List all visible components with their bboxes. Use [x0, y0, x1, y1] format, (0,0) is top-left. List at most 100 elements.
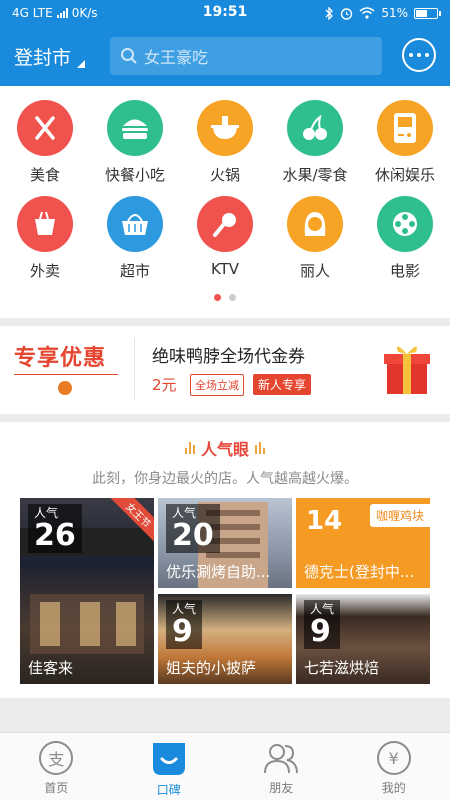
popular-subtitle: 此刻，你身边最火的店。人气越高越火爆。: [92, 471, 358, 487]
alipay-icon: 支: [39, 741, 74, 775]
category-label: 超市: [119, 262, 150, 280]
bars-icon: [184, 442, 195, 454]
search-icon: [121, 48, 137, 64]
shop-tile[interactable]: 人气 9 姐夫的小披萨: [158, 594, 292, 684]
category-label: KTV: [210, 260, 240, 278]
category-food[interactable]: 美食: [0, 100, 90, 185]
page-dot: [229, 294, 236, 301]
takeout-box-icon: [17, 196, 73, 252]
popular-title: 人气眼: [200, 440, 249, 459]
popular-section: 人气眼 此刻，你身边最火的店。人气越高越火爆。 人气 26 女王节 佳客来 人气…: [0, 422, 450, 698]
search-input[interactable]: 女王豪吃: [110, 37, 382, 75]
burger-icon: [107, 100, 163, 156]
tab-koubei[interactable]: 口碑: [113, 733, 226, 800]
category-hotpot[interactable]: 火锅: [180, 100, 270, 185]
category-movie[interactable]: 电影: [360, 196, 450, 281]
shop-name: 七若滋烘焙: [304, 659, 380, 677]
shop-tile[interactable]: 人气 9 七若滋烘焙: [296, 594, 430, 684]
network-label: 4G LTE: [12, 6, 53, 20]
popularity-badge: 人气 20: [166, 504, 220, 553]
promo-brand: 专享优惠: [14, 340, 120, 398]
status-bar: 4G LTE 0K/s 19:51 51%: [0, 0, 450, 26]
category-grid: 美食 快餐小吃 火锅 水果/零食 休闲娱乐 外卖 超市 KTV 丽人 电影: [0, 86, 450, 318]
promo-brand-text: 专享优惠: [14, 345, 107, 371]
popularity-rank: 9: [172, 614, 193, 649]
popularity-badge: 人气 26: [28, 504, 82, 553]
promo-tag-newuser: 新人专享: [253, 374, 312, 395]
bars-icon: [255, 442, 265, 454]
category-entertainment[interactable]: 休闲娱乐: [360, 100, 450, 185]
wifi-icon: [359, 7, 375, 19]
shop-name: 姐夫的小披萨: [166, 659, 257, 677]
promo-tag-discount: 全场立减: [190, 374, 244, 396]
category-label: 外卖: [29, 262, 60, 280]
battery-icon: [414, 7, 441, 19]
more-button[interactable]: [402, 38, 436, 72]
shop-tile[interactable]: 人气 20 优乐涮烤自助...: [158, 498, 292, 588]
category-label: 快餐小吃: [104, 166, 165, 184]
city-name: 登封市: [14, 46, 72, 69]
tab-label: 我的: [381, 781, 406, 795]
tab-label: 首页: [44, 781, 69, 795]
tab-bar: 支 首页 口碑 朋友 ¥ 我的: [0, 732, 450, 800]
popularity-rank: 26: [34, 518, 76, 553]
woman-icon: [287, 196, 343, 252]
category-label: 电影: [389, 262, 420, 280]
tab-label: 朋友: [269, 781, 294, 795]
category-supermarket[interactable]: 超市: [90, 196, 180, 281]
popularity-badge: 人气 9: [304, 600, 341, 649]
bluetooth-icon: [325, 6, 334, 20]
tab-home[interactable]: 支 首页: [0, 733, 113, 800]
clock: 19:51: [202, 4, 248, 20]
tab-friends[interactable]: 朋友: [225, 733, 338, 800]
category-label: 火锅: [209, 166, 240, 184]
city-selector[interactable]: 登封市: [14, 43, 110, 70]
category-label: 美食: [29, 166, 60, 184]
gameboy-icon: [377, 100, 433, 156]
tab-mine[interactable]: ¥ 我的: [338, 733, 450, 800]
category-label: 丽人: [299, 262, 330, 280]
shop-tile[interactable]: 人气 26 女王节 佳客来: [20, 498, 154, 684]
promo-banner[interactable]: 专享优惠 绝味鸭脖全场代金券 2元 全场立减 新人专享: [0, 326, 450, 414]
hotpot-icon: [197, 100, 253, 156]
shop-name: 佳客来: [28, 659, 74, 677]
category-takeout[interactable]: 外卖: [0, 196, 90, 281]
popular-header: 人气眼: [0, 436, 450, 460]
shop-name: 德克士(登封中...: [304, 563, 415, 581]
popularity-rank: 9: [310, 614, 331, 649]
page-indicator: [0, 294, 450, 301]
basket-icon: [107, 196, 163, 252]
koubei-icon: [152, 743, 185, 775]
search-placeholder: 女王豪吃: [144, 48, 209, 67]
battery-percent: 51%: [381, 6, 408, 20]
category-beauty[interactable]: 丽人: [270, 196, 360, 281]
top-bar: 4G LTE 0K/s 19:51 51% 登封市 女王豪吃: [0, 0, 450, 86]
shop-category-tag: 咖喱鸡块: [369, 504, 430, 527]
network-speed: 0K/s: [71, 6, 98, 20]
promo-title: 绝味鸭脖全场代金券: [152, 347, 305, 367]
page-dot-active: [214, 294, 221, 301]
dropdown-triangle-icon: [77, 59, 86, 68]
header: 登封市 女王豪吃: [0, 26, 450, 86]
tab-label: 口碑: [156, 783, 181, 797]
microphone-icon: [197, 196, 253, 252]
film-reel-icon: [377, 196, 433, 252]
category-label: 水果/零食: [282, 166, 348, 184]
category-ktv[interactable]: KTV: [180, 196, 270, 278]
alarm-icon: [341, 7, 353, 20]
brand-logo-icon: [58, 381, 72, 395]
cherry-icon: [287, 100, 343, 156]
gift-box-icon: [384, 346, 430, 394]
yuan-icon: ¥: [376, 741, 411, 775]
popularity-badge: 人气 9: [166, 600, 203, 649]
popularity-rank: 14: [306, 506, 343, 536]
category-fruit[interactable]: 水果/零食: [270, 100, 360, 185]
popularity-rank: 20: [172, 518, 214, 553]
shop-name: 优乐涮烤自助...: [166, 563, 271, 581]
promo-price: 2元: [152, 376, 177, 394]
shop-tile[interactable]: 14 咖喱鸡块 德克士(登封中...: [296, 498, 430, 588]
friends-icon: [264, 744, 299, 774]
signal-icon: [56, 8, 68, 18]
category-fastfood[interactable]: 快餐小吃: [90, 100, 180, 185]
category-label: 休闲娱乐: [374, 166, 435, 184]
